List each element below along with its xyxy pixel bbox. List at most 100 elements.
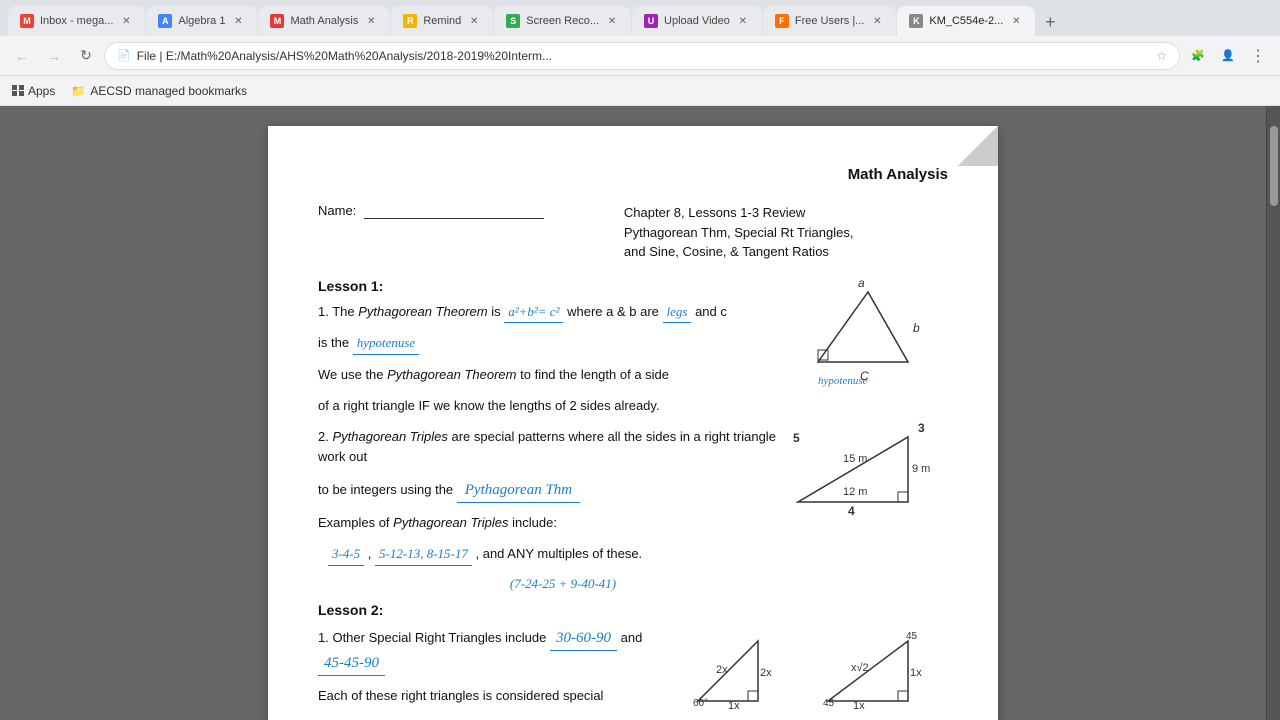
q2-sub-line: (7-24-25 + 9-40-41) (338, 576, 788, 592)
label-1x-l: 1x (728, 700, 740, 712)
nav-icons: 🧩 👤 ⋮ (1184, 42, 1272, 70)
tab-km[interactable]: K KM_C554e-2... ✕ (897, 6, 1035, 36)
angle-60: 60° (693, 698, 708, 709)
tab-algebra[interactable]: A Algebra 1 ✕ (146, 6, 257, 36)
folder-icon: 📁 (71, 84, 86, 98)
tab-gmail[interactable]: M Inbox - mega... ✕ (8, 6, 145, 36)
special-triangles-svg: 60° 1x 2x 2x 45 45 1x 1x x√2 (688, 631, 948, 711)
aecsd-label: AECSD managed bookmarks (90, 84, 247, 98)
star-icon: ☆ (1156, 49, 1167, 63)
mathanalysis-favicon: M (270, 14, 284, 28)
tab-gmail-label: Inbox - mega... (40, 15, 113, 27)
scrollbar-thumb[interactable] (1270, 126, 1278, 206)
name-section: Name: (318, 203, 544, 219)
back-button[interactable]: ← (8, 42, 36, 70)
triple-bottom-label: 12 m (843, 486, 867, 498)
q1-line4: of a right triangle IF we know the lengt… (318, 396, 788, 417)
q2-to-be: to be integers using the (318, 482, 457, 497)
tab-freeusers[interactable]: F Free Users |... ✕ (763, 6, 896, 36)
tab-remind[interactable]: R Remind ✕ (391, 6, 493, 36)
page-container: Math Analysis Name: Chapter 8, Lessons 1… (0, 106, 1266, 720)
triangle-label-a: a (858, 276, 865, 290)
tab-uploadvideo-close[interactable]: ✕ (736, 14, 750, 28)
new-tab-button[interactable]: + (1036, 8, 1064, 36)
q1-legs-text: legs (667, 304, 688, 319)
address-bar[interactable]: 📄 File | E:/Math%20Analysis/AHS%20Math%2… (104, 42, 1180, 70)
special-triangles-diagram: 60° 1x 2x 2x 45 45 1x 1x x√2 (688, 631, 948, 714)
reload-button[interactable]: ↻ (72, 42, 100, 70)
q1-num: 1. The (318, 304, 358, 319)
tab-screenrec-close[interactable]: ✕ (605, 14, 619, 28)
screenrec-favicon: S (506, 14, 520, 28)
q2-thm-text: Pythagorean Thm (465, 482, 572, 498)
q1-is: is (491, 304, 504, 319)
lock-icon: 📄 (117, 49, 131, 62)
l2-q1-row: 1. Other Special Right Triangles include… (318, 626, 948, 720)
q1-formula: a²+b²= c² (504, 302, 563, 324)
algebra-favicon: A (158, 14, 172, 28)
q1-line1: 1. The Pythagorean Theorem is a²+b²= c² … (318, 302, 788, 324)
q2-thm-blank: Pythagorean Thm (457, 478, 580, 503)
tab-km-close[interactable]: ✕ (1009, 14, 1023, 28)
tab-remind-label: Remind (423, 15, 461, 27)
label-1x-45: 1x (853, 700, 865, 712)
tab-mathanalysis-label: Math Analysis (290, 15, 358, 27)
aecsd-bookmark[interactable]: 📁 AECSD managed bookmarks (67, 82, 251, 100)
q1-line2: is the hypotenuse (318, 333, 788, 355)
triangle-label-c: C (860, 369, 869, 383)
tab-freeusers-label: Free Users |... (795, 15, 864, 27)
triple-right-label: 9 m (912, 463, 930, 475)
scrollbar[interactable] (1266, 106, 1280, 720)
tab-screenrec[interactable]: S Screen Reco... ✕ (494, 6, 631, 36)
l2-q1-line2: Each of these right triangles is conside… (318, 686, 688, 707)
q2-italic2: Pythagorean Triples (393, 515, 508, 530)
km-favicon: K (909, 14, 923, 28)
nav-bar: ← → ↻ 📄 File | E:/Math%20Analysis/AHS%20… (0, 36, 1280, 76)
q1-formula-text: a²+b²= c² (508, 304, 559, 319)
l2-q1-content: 1. Other Special Right Triangles include… (318, 626, 688, 720)
tab-bar: M Inbox - mega... ✕ A Algebra 1 ✕ M Math… (0, 0, 1280, 36)
tab-screenrec-label: Screen Reco... (526, 15, 599, 27)
tab-mathanalysis-close[interactable]: ✕ (364, 14, 378, 28)
apps-grid-icon (12, 85, 24, 97)
extensions-button[interactable]: 🧩 (1184, 42, 1212, 70)
q1-line3: We use the Pythagorean Theorem to find t… (318, 365, 788, 386)
tab-uploadvideo-label: Upload Video (664, 15, 730, 27)
tab-remind-close[interactable]: ✕ (467, 14, 481, 28)
q2-include: include: (512, 515, 557, 530)
profile-button[interactable]: 👤 (1214, 42, 1242, 70)
q1-of-rt: of a right triangle IF we know the lengt… (318, 398, 660, 413)
q2-content: 2. Pythagorean Triples are special patte… (318, 427, 788, 592)
chapter-section: Chapter 8, Lessons 1-3 Review Pythagorea… (624, 203, 854, 262)
uploadvideo-favicon: U (644, 14, 658, 28)
triple-num4: 4 (848, 504, 855, 518)
q1-we-use: We use the (318, 367, 387, 382)
name-chapter-row: Name: Chapter 8, Lessons 1-3 Review Pyth… (318, 203, 948, 262)
q2-italic: Pythagorean Triples (332, 429, 447, 444)
tab-freeusers-close[interactable]: ✕ (870, 14, 884, 28)
triple-hyp-label: 15 m (843, 453, 867, 465)
right-triangle-svg: a b hypotenuse C (788, 272, 948, 382)
pdf-page: Math Analysis Name: Chapter 8, Lessons 1… (268, 126, 998, 720)
forward-button[interactable]: → (40, 42, 68, 70)
more-button[interactable]: ⋮ (1244, 42, 1272, 70)
l2-q1-30-blank: 30-60-90 (550, 626, 617, 651)
name-line (364, 203, 544, 219)
angle-45-r: 45 (906, 631, 918, 642)
tab-algebra-close[interactable]: ✕ (231, 14, 245, 28)
q1-and-c: and c (695, 304, 727, 319)
tab-mathanalysis[interactable]: M Math Analysis ✕ (258, 6, 390, 36)
tab-km-label: KM_C554e-2... (929, 15, 1003, 27)
label-2x-r: 2x (760, 667, 772, 679)
q1-is-the: is the (318, 335, 353, 350)
l2-q1-line1: 1. Other Special Right Triangles include… (318, 626, 688, 676)
tab-uploadvideo[interactable]: U Upload Video ✕ (632, 6, 762, 36)
bookmarks-bar: Apps 📁 AECSD managed bookmarks (0, 76, 1280, 106)
page-corner (958, 126, 998, 166)
q2-triples-line: 3-4-5 , 5-12-13, 8-15-17 , and ANY multi… (328, 544, 788, 566)
label-2x: 2x (716, 664, 728, 676)
label-xsqrt2: x√2 (851, 662, 869, 674)
q1-italic2: Pythagorean Theorem (387, 367, 516, 382)
tab-gmail-close[interactable]: ✕ (119, 14, 133, 28)
apps-bookmark[interactable]: Apps (8, 82, 59, 100)
